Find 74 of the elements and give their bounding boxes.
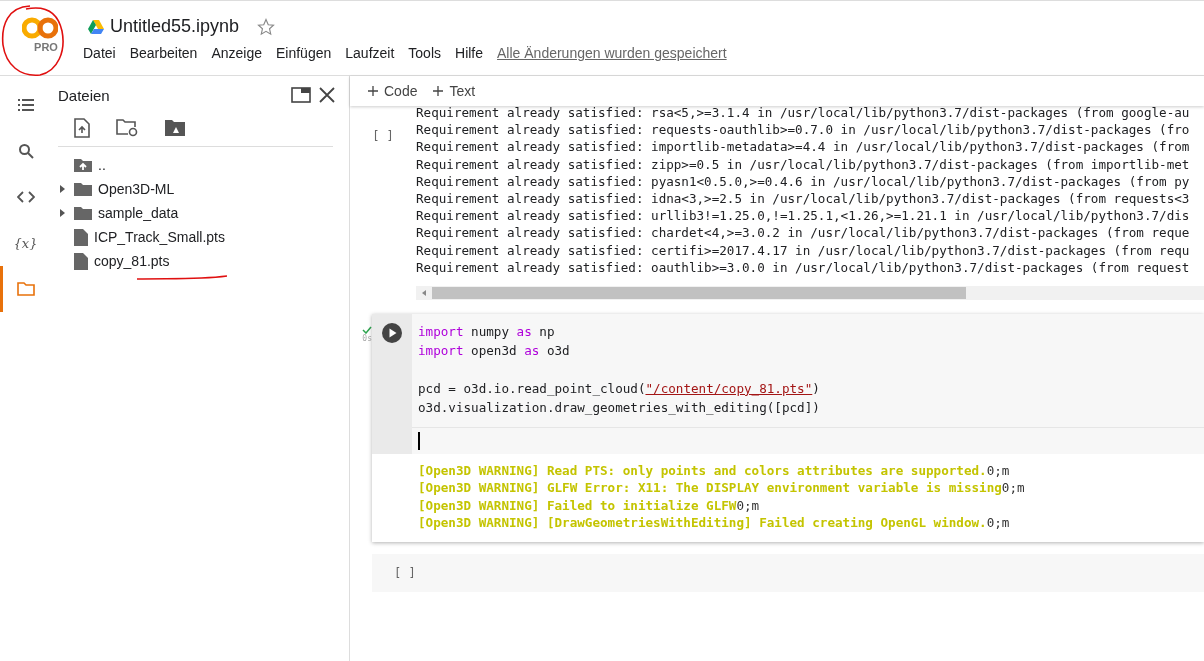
refresh-folder-icon[interactable] (116, 119, 138, 137)
menu-item[interactable]: Einfügen (276, 45, 332, 61)
file-tree-item[interactable]: .. (58, 153, 349, 177)
file-icon (74, 252, 88, 270)
file-name: ICP_Track_Small.pts (94, 229, 225, 245)
code-brackets-icon (16, 191, 35, 203)
add-cell-button[interactable]: Code (368, 83, 418, 99)
notebook-title[interactable]: Untitled55.ipynb (110, 16, 240, 37)
menu-item[interactable]: Hilfe (455, 45, 484, 61)
file-tree-item[interactable]: sample_data (58, 201, 349, 225)
upload-file-icon[interactable] (74, 118, 90, 138)
file-tree-item[interactable]: ICP_Track_Small.pts (58, 225, 349, 249)
output-line: Requirement already satisfied: certifi>=2017.4.17 in /usr/local/lib/python3.7/dist-packages (from requ (416, 241, 1191, 259)
pro-label: PRO (34, 41, 58, 53)
variables-label: {x} (13, 235, 38, 251)
drive-folder-icon[interactable] (164, 119, 186, 137)
expand-caret-icon[interactable] (60, 185, 66, 193)
file-tree-item[interactable]: copy_81.pts (58, 249, 349, 273)
maximize-icon[interactable] (291, 87, 311, 103)
file-name: copy_81.pts (94, 253, 170, 269)
menu-item[interactable]: Anzeige (211, 45, 262, 61)
menu-item[interactable]: Bearbeiten (129, 45, 198, 61)
close-icon[interactable] (319, 87, 335, 103)
file-tree-item[interactable]: Open3D-ML (58, 177, 349, 201)
plus-icon (433, 86, 444, 96)
warning-line: [Open3D WARNING] GLFW Error: X11: The DISPLAY environment variable is missing0;m (418, 479, 1026, 497)
output-line: Requirement already satisfied: chardet<4,>=3.0.2 in /usr/local/lib/python3.7/dist-packages (from reque (416, 224, 1191, 242)
list-icon (17, 98, 34, 112)
code-line: o3d.visualization.draw_geometries_with_editing([pcd]) (417, 398, 821, 417)
variables-button[interactable]: {x} (0, 220, 48, 266)
plus-icon (368, 86, 378, 96)
folder-icon (74, 206, 92, 220)
colab-logo[interactable]: PRO (0, 1, 80, 75)
folder-up-icon (74, 158, 92, 172)
output-line: Requirement already satisfied: requests-oauthlib>=0.7.0 in /usr/local/lib/python3.7/dist-packages (fro (416, 121, 1191, 139)
search-icon (17, 143, 34, 159)
expand-caret-icon[interactable] (60, 209, 66, 217)
save-status-link[interactable]: Alle Änderungen wurden gespeichert (497, 45, 727, 61)
output-line: Requirement already satisfied: oauthlib>=3.0.0 in /usr/local/lib/python3.7/dist-packages (from request (416, 258, 1191, 276)
code-line: pcd = o3d.io.read_point_cloud("/content/copy_81.pts") (417, 379, 821, 398)
output-line: Requirement already satisfied: idna<3,>=2.5 in /usr/local/lib/python3.7/dist-packages (from requests<3 (416, 189, 1191, 208)
logo-icon (22, 17, 58, 39)
panel-title: Dateien (58, 86, 111, 104)
folder-icon (16, 282, 35, 296)
warning-line: [Open3D WARNING] Failed to initialize GLFW0;m (418, 496, 761, 515)
file-name: .. (98, 157, 106, 173)
file-name: Open3D-ML (98, 181, 175, 197)
output-line: Requirement already satisfied: zipp>=0.5 in /usr/local/lib/python3.7/dist-packages (from importlib-met (416, 155, 1191, 173)
menu-item[interactable]: Datei (83, 45, 116, 61)
star-icon[interactable] (257, 17, 276, 36)
file-icon (74, 228, 88, 246)
run-button[interactable] (381, 321, 403, 344)
output-line: Requirement already satisfied: pyasn1<0.5.0,>=0.4.6 in /usr/local/lib/python3.7/dist-packages (from py (416, 172, 1191, 190)
code-line: import open3d as o3d (417, 341, 571, 360)
warning-line: [Open3D WARNING] Read PTS: only points and colors attributes are supported.0;m (418, 461, 1011, 480)
menu-item[interactable]: Tools (408, 45, 441, 61)
code-line: import numpy as np (417, 322, 556, 341)
execution-prompt[interactable]: [ ] (372, 129, 394, 143)
add-cell-button[interactable]: Text (433, 83, 476, 99)
output-line: Requirement already satisfied: rsa<5,>=3.1.4 in /usr/local/lib/python3.7/dist-packages (from google-au (416, 106, 1191, 122)
drive-icon (88, 19, 104, 34)
run-time: 0s (362, 333, 372, 343)
warning-line: [Open3D WARNING] [DrawGeometriesWithEditing] Failed creating OpenGL window.0;m (418, 514, 1011, 532)
code-cell[interactable] (372, 313, 1204, 542)
output-line: Requirement already satisfied: urllib3!=1.25.0,!=1.25.1,<1.26,>=1.21.1 in /usr/local/lib/python3.7/dis (416, 207, 1191, 225)
output-line: Requirement already satisfied: importlib-metadata>=4.4 in /usr/local/lib/python3.7/dist-packages (from (416, 138, 1191, 156)
horizontal-scrollbar[interactable] (416, 285, 1204, 300)
text-cursor (418, 431, 420, 450)
folder-icon (74, 182, 92, 196)
scroll-left-icon[interactable] (422, 289, 426, 296)
execution-prompt[interactable]: [ ] (394, 565, 416, 580)
empty-code-cell[interactable]: [ ] (372, 553, 1204, 592)
menu-item[interactable]: Laufzeit (345, 45, 395, 61)
file-name: sample_data (98, 205, 179, 221)
